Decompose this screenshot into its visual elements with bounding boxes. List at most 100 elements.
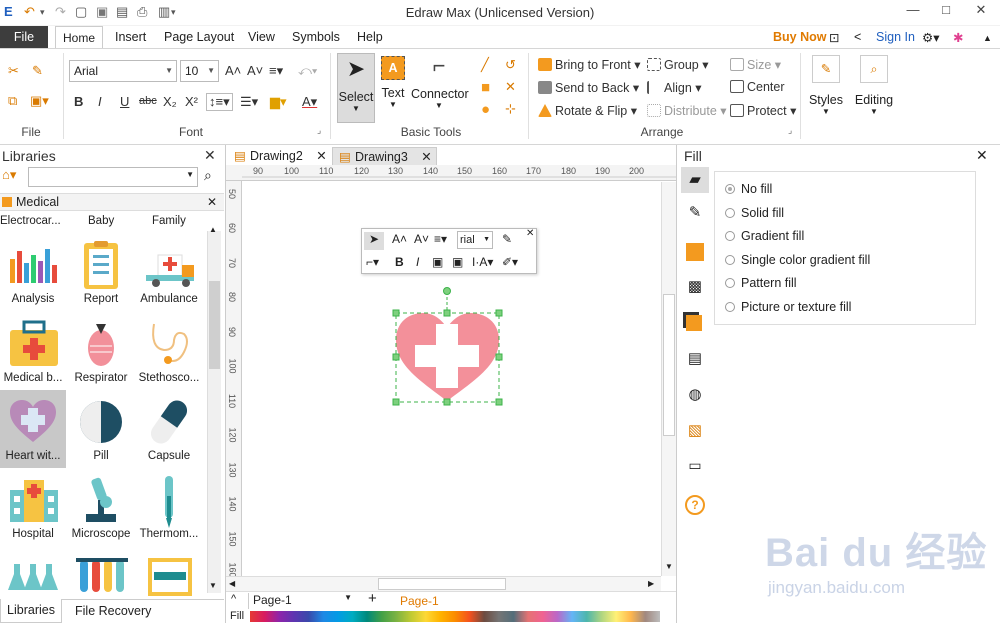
strikethrough-icon[interactable]: abc bbox=[139, 95, 157, 107]
settings-icon[interactable]: ⚙▾ bbox=[922, 30, 939, 45]
bullets-icon[interactable]: ☰▾ bbox=[240, 94, 258, 110]
mini-font-select[interactable]: rial ▼ bbox=[457, 231, 493, 249]
line-style-icon[interactable]: ✐▾ bbox=[502, 255, 518, 269]
copy-icon[interactable]: ⧉ bbox=[8, 93, 17, 109]
theme-icon[interactable]: ✱ bbox=[953, 30, 963, 45]
resize-handle[interactable] bbox=[443, 309, 451, 317]
cross-lines-icon[interactable]: ✕ bbox=[505, 79, 516, 95]
document-attach-icon[interactable]: ▧ bbox=[681, 421, 709, 439]
tab-symbols[interactable]: Symbols bbox=[292, 30, 340, 44]
underline-icon[interactable]: U bbox=[120, 94, 129, 109]
format-painter-icon[interactable]: ✎ bbox=[32, 63, 43, 79]
resize-handle[interactable] bbox=[392, 353, 400, 361]
align-text-icon[interactable]: ≡▾ bbox=[434, 232, 447, 246]
globe-icon[interactable]: ◍ bbox=[681, 385, 709, 403]
bold-icon[interactable]: B bbox=[395, 255, 404, 269]
text-tool-button[interactable]: A Text ▼ bbox=[377, 53, 409, 123]
scroll-right-icon[interactable]: ▶ bbox=[648, 579, 654, 588]
resize-handle[interactable] bbox=[392, 309, 400, 317]
library-item-capsule[interactable]: Capsule bbox=[136, 390, 202, 468]
file-menu[interactable]: File bbox=[0, 26, 48, 48]
cut-icon[interactable]: ✂ bbox=[8, 63, 19, 79]
library-item-label[interactable]: Family bbox=[152, 215, 186, 227]
page-select[interactable]: Page-1 ▼ bbox=[248, 593, 354, 609]
library-search-input[interactable]: ▼ bbox=[28, 167, 198, 187]
fill-paint-icon[interactable]: ▰ bbox=[681, 167, 709, 193]
resize-handle[interactable] bbox=[495, 398, 503, 406]
size-button[interactable]: Size ▾ bbox=[730, 57, 781, 72]
maximize-icon[interactable]: □ bbox=[931, 2, 961, 17]
close-tab-icon[interactable]: ✕ bbox=[421, 150, 431, 164]
library-item-test-tubes[interactable] bbox=[68, 546, 134, 596]
help-icon[interactable]: ? bbox=[685, 495, 705, 515]
protect-button[interactable]: Protect ▾ bbox=[730, 103, 796, 118]
library-scrollbar[interactable]: ▲ ▼ bbox=[207, 225, 221, 593]
italic-icon[interactable]: I bbox=[98, 94, 102, 109]
fill-option-solid[interactable]: Solid fill bbox=[725, 206, 784, 220]
library-item-medical-bag[interactable]: Medical b... bbox=[0, 312, 66, 390]
bring-to-front-button[interactable]: Bring to Front ▾ bbox=[538, 57, 640, 72]
library-item-microscope[interactable]: Microscope bbox=[68, 468, 134, 546]
text-align-icon[interactable]: ≡▾ bbox=[269, 63, 283, 79]
text-direction-icon[interactable]: ⤺▾ bbox=[298, 63, 317, 79]
line-spacing-icon[interactable]: ↕≡▾ bbox=[206, 93, 233, 111]
center-button[interactable]: Center bbox=[730, 80, 785, 94]
editing-button[interactable]: ⌕ Editing ▼ bbox=[852, 53, 896, 129]
library-item-ambulance[interactable]: Ambulance bbox=[136, 233, 202, 311]
arrange-dialog-launcher-icon[interactable]: ⌟ bbox=[788, 125, 792, 136]
page-properties-icon[interactable]: ▤ bbox=[681, 349, 709, 367]
tab-drawing2[interactable]: ▤ Drawing2 ✕ bbox=[228, 147, 328, 167]
styles-button[interactable]: ✎ Styles ▼ bbox=[806, 53, 846, 129]
tab-view[interactable]: View bbox=[248, 30, 275, 44]
close-tab-icon[interactable]: ✕ bbox=[316, 149, 326, 163]
rectangle-shape-icon[interactable]: ■ bbox=[481, 79, 490, 96]
tab-file-recovery[interactable]: File Recovery bbox=[75, 604, 151, 618]
resize-handle[interactable] bbox=[495, 353, 503, 361]
font-size-select[interactable]: 10 ▼ bbox=[180, 60, 219, 82]
send-backward-icon[interactable]: ▣ bbox=[452, 255, 463, 269]
crop-icon[interactable]: ⊹ bbox=[505, 101, 516, 117]
connector-tool-button[interactable]: ⌐ Connector ▼ bbox=[411, 53, 469, 123]
send-to-back-button[interactable]: Send to Back ▾ bbox=[538, 80, 639, 95]
bring-forward-icon[interactable]: ▣ bbox=[432, 255, 443, 269]
category-close-icon[interactable]: ✕ bbox=[207, 195, 217, 209]
scroll-down-icon[interactable]: ▼ bbox=[665, 562, 673, 571]
library-item-stethoscope[interactable]: Stethosco... bbox=[136, 312, 202, 390]
highlight-icon[interactable]: ▆▾ bbox=[270, 94, 287, 110]
decrease-font-icon[interactable]: A˅ bbox=[247, 63, 263, 78]
font-name-select[interactable]: Arial ▼ bbox=[69, 60, 177, 82]
library-item-respirator[interactable]: Respirator bbox=[68, 312, 134, 390]
scroll-up-icon[interactable]: ▲ bbox=[209, 225, 217, 234]
fill-option-picture-texture[interactable]: Picture or texture fill bbox=[725, 300, 851, 314]
scroll-left-icon[interactable]: ◀ bbox=[229, 579, 235, 588]
color-swatches[interactable] bbox=[250, 611, 660, 622]
tab-drawing3[interactable]: ▤ Drawing3 ✕ bbox=[332, 147, 437, 167]
sign-in-link[interactable]: Sign In bbox=[876, 30, 915, 44]
home-icon[interactable]: ⌂▾ bbox=[2, 167, 16, 183]
select-tool-button[interactable]: ➤ Select ▼ bbox=[337, 53, 375, 123]
increase-font-icon[interactable]: A˄ bbox=[225, 63, 241, 78]
distribute-button[interactable]: Distribute ▾ bbox=[647, 103, 727, 118]
superscript-icon[interactable]: X² bbox=[185, 94, 198, 109]
paste-icon[interactable]: ▣▾ bbox=[30, 93, 49, 109]
tab-insert[interactable]: Insert bbox=[115, 30, 146, 44]
bold-icon[interactable]: B bbox=[74, 94, 83, 109]
page-tab[interactable]: Page-1 bbox=[400, 594, 439, 608]
fill-option-gradient[interactable]: Gradient fill bbox=[725, 229, 804, 243]
scroll-down-icon[interactable]: ▼ bbox=[209, 581, 217, 590]
fill-option-pattern[interactable]: Pattern fill bbox=[725, 276, 797, 290]
tab-page-layout[interactable]: Page Layout bbox=[164, 30, 234, 44]
comment-icon[interactable]: ▭ bbox=[681, 457, 709, 474]
add-page-icon[interactable]: + bbox=[368, 590, 377, 607]
canvas-horizontal-scrollbar[interactable]: ◀ ▶ bbox=[226, 576, 661, 591]
mini-toolbar-close-icon[interactable]: ✕ bbox=[526, 228, 534, 239]
horizontal-scroll-thumb[interactable] bbox=[378, 578, 506, 590]
rotate-flip-button[interactable]: Rotate & Flip ▾ bbox=[538, 103, 637, 118]
search-dropdown-icon[interactable]: ▼ bbox=[186, 170, 194, 179]
library-item-pill[interactable]: Pill bbox=[68, 390, 134, 468]
tab-help[interactable]: Help bbox=[357, 30, 383, 44]
tab-home[interactable]: Home bbox=[55, 26, 103, 49]
shadow-icon[interactable] bbox=[686, 243, 704, 261]
library-item-label[interactable]: Electrocar... bbox=[0, 215, 61, 227]
font-color-icon[interactable]: A▾ bbox=[302, 94, 317, 110]
